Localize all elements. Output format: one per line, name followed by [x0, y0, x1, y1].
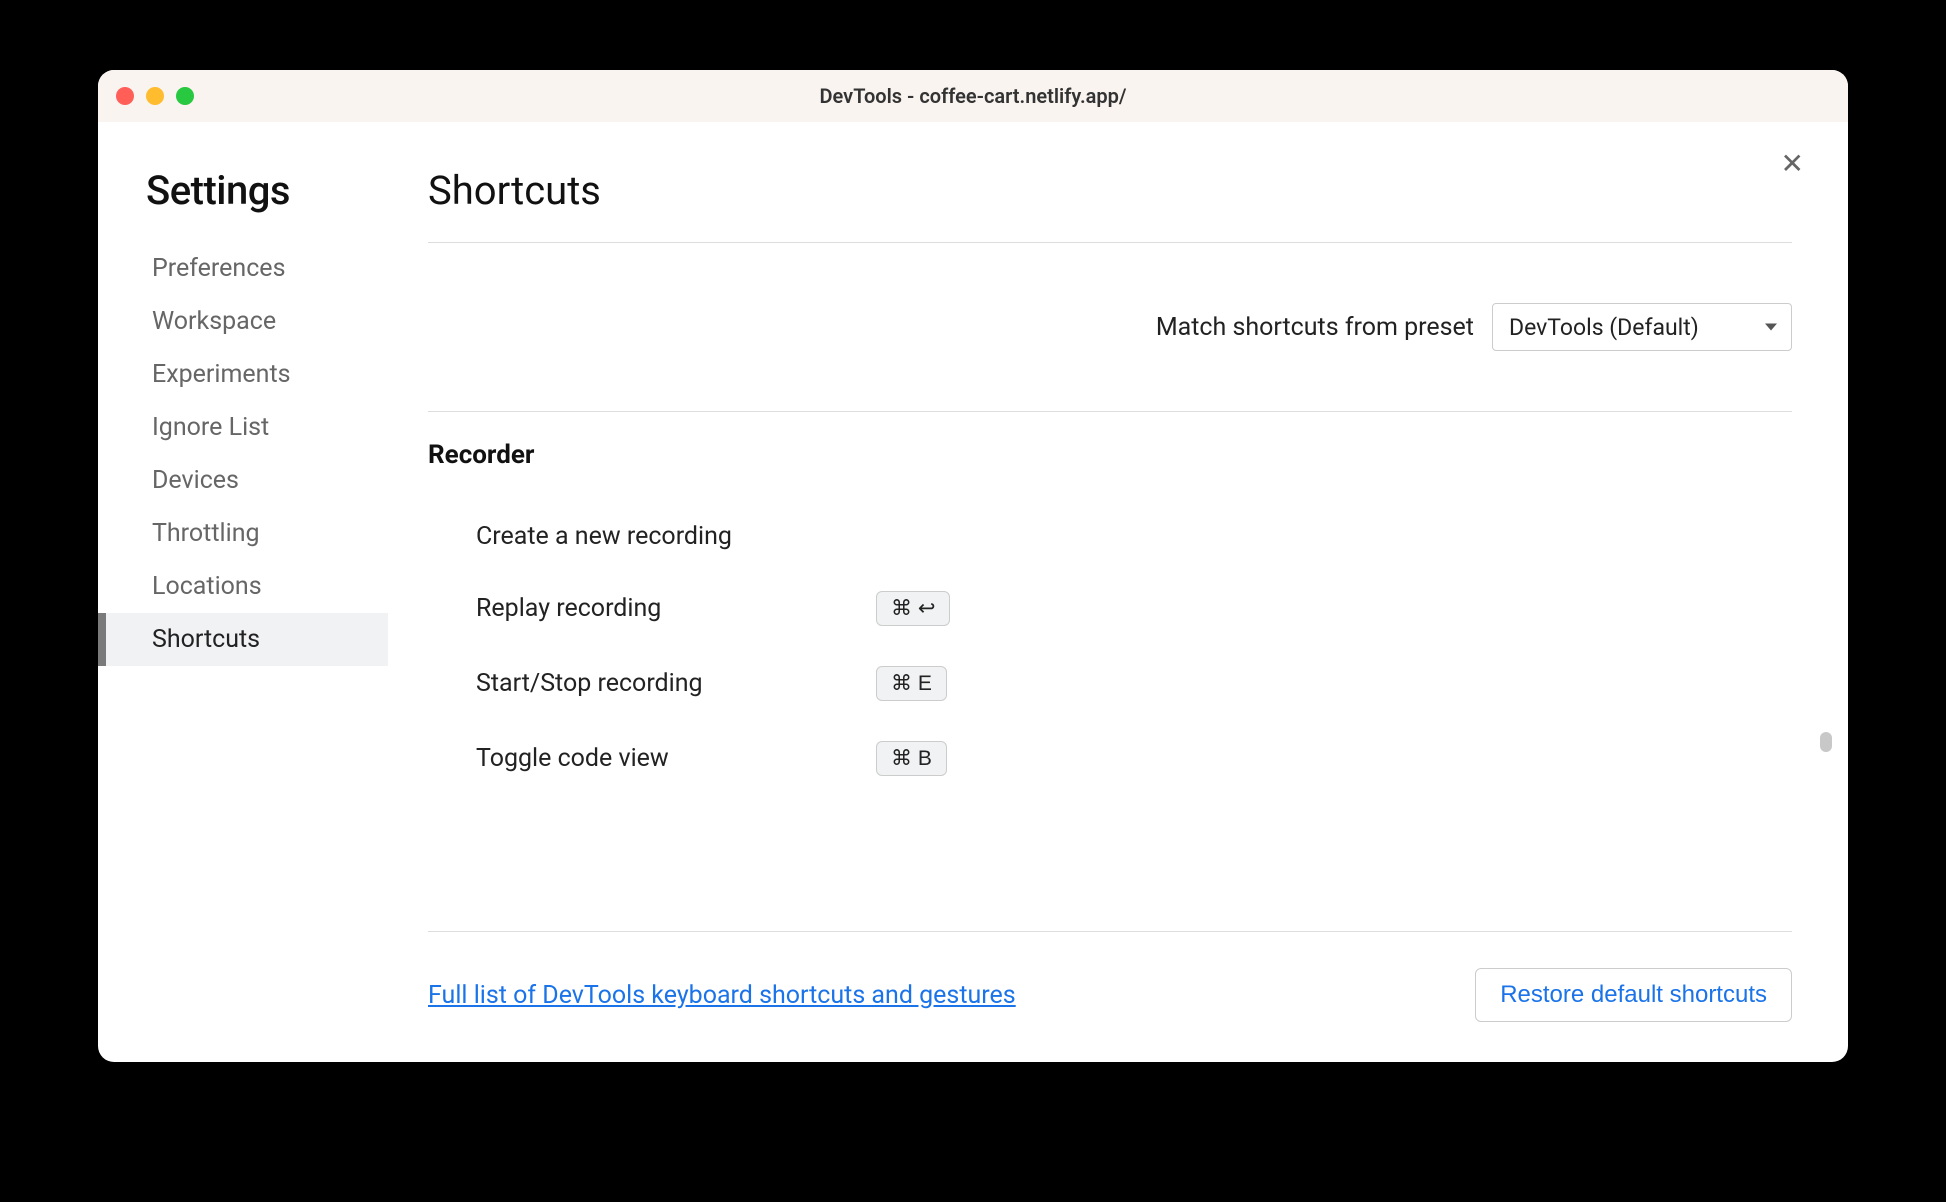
page-title: Shortcuts: [428, 167, 601, 214]
devtools-window: DevTools - coffee-cart.netlify.app/ ✕ Se…: [98, 70, 1848, 1062]
shortcut-label: Toggle code view: [476, 744, 876, 773]
preset-select[interactable]: DevTools (Default): [1492, 303, 1792, 351]
section-title: Recorder: [428, 440, 1792, 470]
shortcut-label: Create a new recording: [476, 522, 876, 551]
full-list-link[interactable]: Full list of DevTools keyboard shortcuts…: [428, 981, 1016, 1010]
kbd: ⌘ B: [876, 741, 947, 776]
sidebar-item-devices[interactable]: Devices: [146, 454, 388, 507]
kbd: ⌘ E: [876, 666, 947, 701]
shortcut-row-toggle-code[interactable]: Toggle code view ⌘ B: [428, 721, 1792, 796]
sidebar-item-shortcuts[interactable]: Shortcuts: [98, 613, 388, 666]
main-panel: Shortcuts Match shortcuts from preset De…: [388, 167, 1848, 1022]
preset-value: DevTools (Default): [1509, 314, 1699, 341]
window-close-icon[interactable]: [116, 87, 134, 105]
scrollbar-thumb[interactable]: [1820, 732, 1832, 752]
sidebar-item-preferences[interactable]: Preferences: [146, 242, 388, 295]
titlebar: DevTools - coffee-cart.netlify.app/: [98, 70, 1848, 122]
traffic-lights: [116, 87, 194, 105]
sidebar-title: Settings: [146, 167, 388, 214]
main-header: Shortcuts: [428, 167, 1792, 243]
kbd: ⌘ ↩: [876, 591, 950, 626]
shortcut-row-start-stop[interactable]: Start/Stop recording ⌘ E: [428, 646, 1792, 721]
sidebar-item-workspace[interactable]: Workspace: [146, 295, 388, 348]
shortcut-keys: ⌘ ↩: [876, 591, 950, 626]
shortcut-label: Start/Stop recording: [476, 669, 876, 698]
window-maximize-icon[interactable]: [176, 87, 194, 105]
window-minimize-icon[interactable]: [146, 87, 164, 105]
window-title: DevTools - coffee-cart.netlify.app/: [116, 84, 1830, 108]
preset-row: Match shortcuts from preset DevTools (De…: [428, 243, 1792, 412]
shortcut-keys: ⌘ E: [876, 666, 947, 701]
shortcut-row-create-recording[interactable]: Create a new recording: [428, 502, 1792, 571]
sidebar-item-throttling[interactable]: Throttling: [146, 507, 388, 560]
shortcut-label: Replay recording: [476, 594, 876, 623]
restore-defaults-button[interactable]: Restore default shortcuts: [1475, 968, 1792, 1022]
content: ✕ Settings Preferences Workspace Experim…: [98, 122, 1848, 1062]
preset-label: Match shortcuts from preset: [1156, 313, 1474, 342]
sidebar-item-experiments[interactable]: Experiments: [146, 348, 388, 401]
shortcuts-section: Recorder Create a new recording Replay r…: [428, 412, 1792, 932]
close-icon[interactable]: ✕: [1781, 150, 1804, 178]
sidebar: Settings Preferences Workspace Experimen…: [98, 167, 388, 1022]
shortcut-keys: ⌘ B: [876, 741, 947, 776]
sidebar-item-ignore-list[interactable]: Ignore List: [146, 401, 388, 454]
footer: Full list of DevTools keyboard shortcuts…: [428, 932, 1792, 1022]
sidebar-item-locations[interactable]: Locations: [146, 560, 388, 613]
chevron-down-icon: [1765, 324, 1777, 331]
shortcut-row-replay[interactable]: Replay recording ⌘ ↩: [428, 571, 1792, 646]
